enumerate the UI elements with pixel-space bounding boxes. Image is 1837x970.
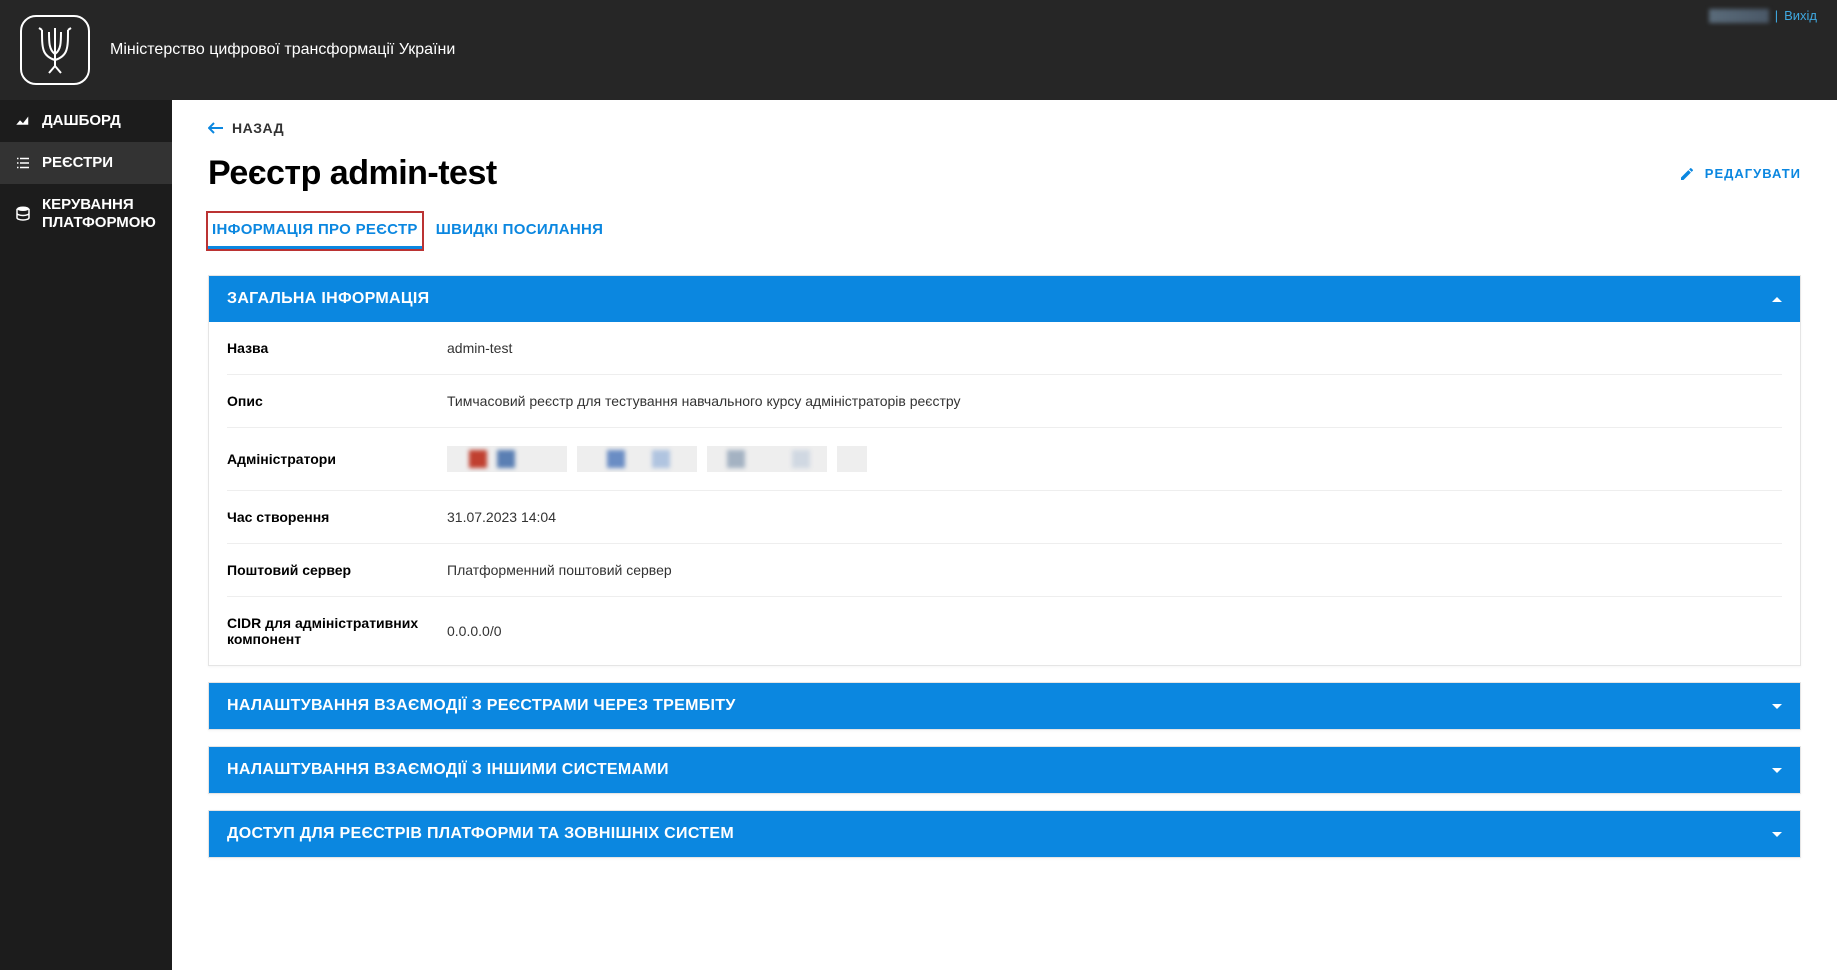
- logout-link[interactable]: Вихід: [1784, 8, 1817, 23]
- panel-title: ЗАГАЛЬНА ІНФОРМАЦІЯ: [227, 290, 429, 308]
- database-icon: [14, 205, 32, 223]
- page-head: Реєстр admin-test РЕДАГУВАТИ: [208, 154, 1801, 193]
- panel-general-info: ЗАГАЛЬНА ІНФОРМАЦІЯ Назва admin-test Опи…: [208, 275, 1801, 666]
- row-label: Опис: [227, 393, 447, 409]
- pencil-icon: [1679, 166, 1695, 182]
- panel-header-general[interactable]: ЗАГАЛЬНА ІНФОРМАЦІЯ: [209, 276, 1800, 322]
- row-admins: Адміністратори: [227, 428, 1782, 491]
- panel-title: НАЛАШТУВАННЯ ВЗАЄМОДІЇ З ІНШИМИ СИСТЕМАМ…: [227, 761, 669, 779]
- page-title: Реєстр admin-test: [208, 154, 497, 193]
- tab-registry-info[interactable]: ІНФОРМАЦІЯ ПРО РЕЄСТР: [208, 213, 422, 249]
- panel-body-general: Назва admin-test Опис Тимчасовий реєстр …: [209, 322, 1800, 665]
- admin-badge-redacted: [577, 446, 697, 472]
- tab-quick-links[interactable]: ШВИДКІ ПОСИЛАННЯ: [432, 213, 608, 249]
- tabs: ІНФОРМАЦІЯ ПРО РЕЄСТР ШВИДКІ ПОСИЛАННЯ: [208, 213, 1801, 249]
- back-label: НАЗАД: [232, 120, 284, 136]
- panel-header-other-systems[interactable]: НАЛАШТУВАННЯ ВЗАЄМОДІЇ З ІНШИМИ СИСТЕМАМ…: [209, 747, 1800, 793]
- row-value: Тимчасовий реєстр для тестування навчаль…: [447, 393, 1782, 409]
- sidebar-item-dashboard[interactable]: ДАШБОРД: [0, 100, 172, 142]
- divider: |: [1775, 8, 1778, 23]
- admin-badge-redacted: [837, 446, 867, 472]
- header-title: Міністерство цифрової трансформації Укра…: [110, 41, 455, 59]
- list-icon: [14, 154, 32, 172]
- row-cidr: CIDR для адміністративних компонент 0.0.…: [227, 597, 1782, 665]
- sidebar-item-registries[interactable]: РЕЄСТРИ: [0, 142, 172, 184]
- current-user-redacted: [1709, 9, 1769, 23]
- main-content: НАЗАД Реєстр admin-test РЕДАГУВАТИ ІНФОР…: [172, 100, 1837, 970]
- trident-icon: [35, 26, 75, 74]
- row-mail: Поштовий сервер Платформенний поштовий с…: [227, 544, 1782, 597]
- panel-access: ДОСТУП ДЛЯ РЕЄСТРІВ ПЛАТФОРМИ ТА ЗОВНІШН…: [208, 810, 1801, 858]
- sidebar-item-label: ДАШБОРД: [42, 112, 121, 130]
- row-value: 0.0.0.0/0: [447, 623, 1782, 639]
- chevron-down-icon: [1772, 768, 1782, 773]
- sidebar-item-label: РЕЄСТРИ: [42, 154, 113, 172]
- chevron-down-icon: [1772, 704, 1782, 709]
- row-value: Платформенний поштовий сервер: [447, 562, 1782, 578]
- row-label: Час створення: [227, 509, 447, 525]
- sidebar-item-platform[interactable]: КЕРУВАННЯ ПЛАТФОРМОЮ: [0, 184, 172, 244]
- app-header: Міністерство цифрової трансформації Укра…: [0, 0, 1837, 100]
- chevron-up-icon: [1772, 297, 1782, 302]
- row-description: Опис Тимчасовий реєстр для тестування на…: [227, 375, 1782, 428]
- panel-other-systems: НАЛАШТУВАННЯ ВЗАЄМОДІЇ З ІНШИМИ СИСТЕМАМ…: [208, 746, 1801, 794]
- row-value: 31.07.2023 14:04: [447, 509, 1782, 525]
- admin-badge-redacted: [707, 446, 827, 472]
- chart-icon: [14, 112, 32, 130]
- row-label: CIDR для адміністративних компонент: [227, 615, 447, 647]
- row-label: Назва: [227, 340, 447, 356]
- admin-badge-redacted: [447, 446, 567, 472]
- panel-title: НАЛАШТУВАННЯ ВЗАЄМОДІЇ З РЕЄСТРАМИ ЧЕРЕЗ…: [227, 697, 736, 715]
- sidebar: ДАШБОРД РЕЄСТРИ КЕРУВАННЯ ПЛАТФОРМОЮ: [0, 100, 172, 970]
- row-label: Адміністратори: [227, 451, 447, 467]
- row-label: Поштовий сервер: [227, 562, 447, 578]
- panel-header-trembita[interactable]: НАЛАШТУВАННЯ ВЗАЄМОДІЇ З РЕЄСТРАМИ ЧЕРЕЗ…: [209, 683, 1800, 729]
- back-link[interactable]: НАЗАД: [208, 120, 284, 136]
- edit-label: РЕДАГУВАТИ: [1705, 166, 1801, 181]
- panel-trembita: НАЛАШТУВАННЯ ВЗАЄМОДІЇ З РЕЄСТРАМИ ЧЕРЕЗ…: [208, 682, 1801, 730]
- row-value-admins: [447, 446, 1782, 472]
- header-actions: | Вихід: [1709, 8, 1817, 23]
- row-value: admin-test: [447, 340, 1782, 356]
- row-name: Назва admin-test: [227, 322, 1782, 375]
- row-created: Час створення 31.07.2023 14:04: [227, 491, 1782, 544]
- edit-button[interactable]: РЕДАГУВАТИ: [1679, 166, 1801, 182]
- panel-title: ДОСТУП ДЛЯ РЕЄСТРІВ ПЛАТФОРМИ ТА ЗОВНІШН…: [227, 825, 734, 843]
- arrow-left-icon: [208, 122, 224, 134]
- sidebar-item-label: КЕРУВАННЯ ПЛАТФОРМОЮ: [42, 196, 158, 232]
- logo-wrap: Міністерство цифрової трансформації Укра…: [20, 15, 455, 85]
- chevron-down-icon: [1772, 832, 1782, 837]
- logo: [20, 15, 90, 85]
- panel-header-access[interactable]: ДОСТУП ДЛЯ РЕЄСТРІВ ПЛАТФОРМИ ТА ЗОВНІШН…: [209, 811, 1800, 857]
